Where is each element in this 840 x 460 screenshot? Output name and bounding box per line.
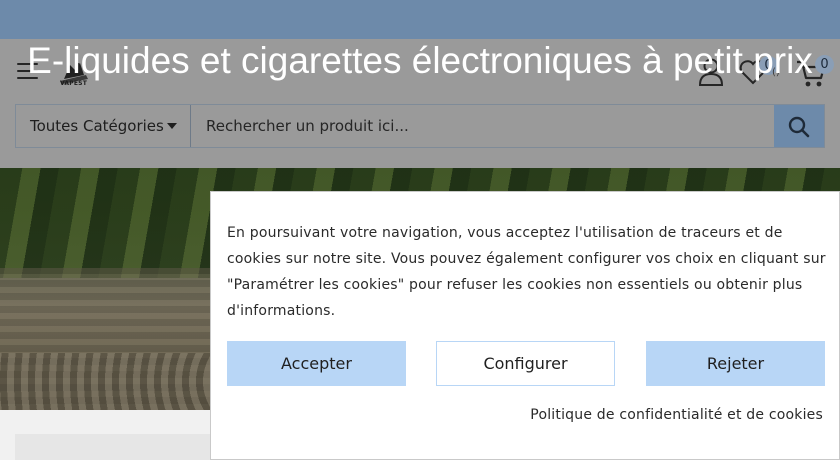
product-search-bar: Toutes Catégories — [15, 104, 825, 148]
accept-cookies-button[interactable]: Accepter — [227, 341, 406, 386]
cookie-text-line: d'informations. — [227, 303, 336, 319]
cookie-consent-dialog: En poursuivant votre navigation, vous ac… — [210, 191, 840, 460]
chevron-down-icon — [167, 123, 177, 129]
content-card — [15, 434, 215, 460]
privacy-policy-link[interactable]: Politique de confidentialité et de cooki… — [530, 407, 823, 423]
top-announcement-bar — [0, 0, 840, 39]
reject-cookies-button[interactable]: Rejeter — [646, 341, 825, 386]
cookie-text-line: En poursuivant votre navigation, vous ac… — [227, 225, 783, 241]
category-select-label: Toutes Catégories — [30, 117, 164, 135]
search-icon — [788, 116, 810, 138]
hero-title: E-liquides et cigarettes électroniques à… — [27, 40, 813, 81]
cookie-text-line: cookies sur notre site. Vous pouvez égal… — [227, 251, 826, 267]
search-input[interactable] — [192, 105, 774, 147]
cookie-text-line: "Paramétrer les cookies" pour refuser le… — [227, 277, 803, 293]
cookie-consent-text: En poursuivant votre navigation, vous ac… — [227, 220, 827, 324]
search-button[interactable] — [774, 105, 824, 147]
category-select[interactable]: Toutes Catégories — [16, 105, 191, 147]
configure-cookies-button[interactable]: Configurer — [436, 341, 615, 386]
